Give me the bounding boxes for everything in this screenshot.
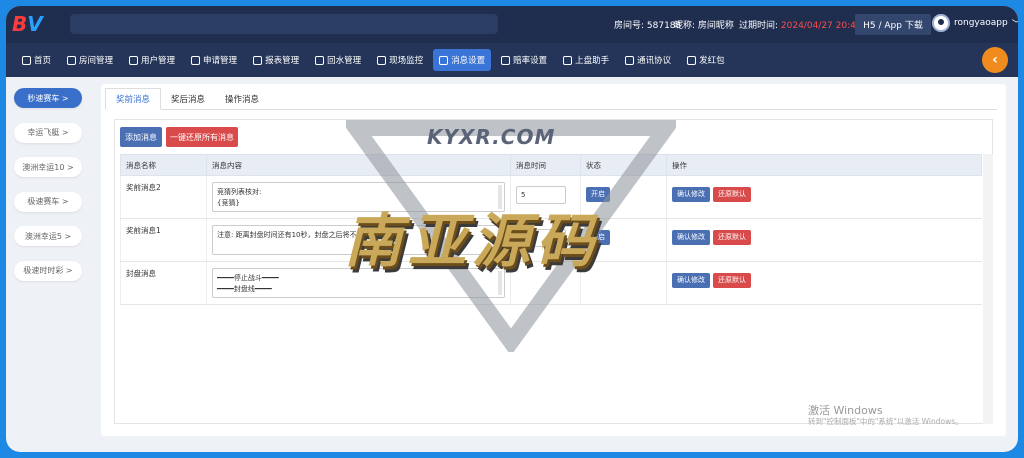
username: rongyaoapp: [954, 18, 1008, 28]
sidebar-item-miaosu-racing[interactable]: 秒速赛车 >: [14, 88, 82, 108]
nav-label: 报表管理: [265, 56, 300, 66]
sidebar: 秒速赛车 > 幸运飞艇 > 澳洲幸运10 > 极速赛车 > 澳洲幸运5 > 极速…: [14, 88, 94, 295]
red-packet-icon: [687, 55, 697, 65]
clock-icon: [563, 55, 573, 65]
nav-room-management[interactable]: 房间管理: [61, 49, 119, 71]
h5-download-button[interactable]: H5 / App 下载: [855, 14, 931, 35]
app-frame: BV 房间号: 587188 昵称: 房间昵称 过期时间: 2024/04/27…: [6, 6, 1018, 452]
nav-label: 现场监控: [389, 56, 424, 66]
nav-home[interactable]: 首页: [16, 49, 57, 71]
message-name: 奖前消息2: [120, 175, 207, 219]
nav-betting-assistant[interactable]: 上盘助手: [557, 49, 615, 71]
top-search-bar[interactable]: [70, 14, 498, 34]
tab-pre-draw[interactable]: 奖前消息: [105, 88, 162, 110]
col-actions: 操作: [666, 154, 982, 176]
add-message-button[interactable]: 添加消息: [120, 127, 162, 147]
nav-label: 上盘助手: [575, 56, 610, 66]
nav-rebate-management[interactable]: 回水管理: [309, 49, 367, 71]
tab-post-draw[interactable]: 奖后消息: [161, 88, 215, 110]
room-id: 房间号: 587188: [614, 21, 682, 31]
nav-label: 房间管理: [79, 56, 114, 66]
main-nav: 首页 房间管理 用户管理 申请管理 报表管理 回水管理 现场监控 消息设置 赔率…: [6, 43, 1018, 77]
nav-label: 用户管理: [141, 56, 176, 66]
monitor-icon: [377, 55, 387, 65]
message-name: 封盘消息: [120, 261, 207, 305]
actions-cell: 确认修改 还原默认: [666, 175, 982, 219]
nav-message-settings[interactable]: 消息设置: [433, 49, 492, 71]
nav-label: 申请管理: [203, 56, 238, 66]
nav-red-packet[interactable]: 发红包: [681, 49, 731, 71]
restore-button[interactable]: 还原默认: [713, 187, 751, 202]
nav-label: 消息设置: [451, 56, 486, 66]
sidebar-item-lucky-airship[interactable]: 幸运飞艇 >: [14, 122, 82, 143]
nav-report-management[interactable]: 报表管理: [247, 49, 305, 71]
settings-icon: [625, 55, 635, 65]
nav-label: 赔率设置: [513, 56, 548, 66]
nav-live-monitor[interactable]: 现场监控: [371, 49, 429, 71]
nav-odds-settings[interactable]: 赔率设置: [495, 49, 553, 71]
restore-button[interactable]: 还原默认: [713, 273, 751, 288]
logo-v: V: [27, 12, 43, 36]
user-menu[interactable]: rongyaoapp ﹀: [932, 14, 1018, 32]
message-tabs: 奖前消息 奖后消息 操作消息: [105, 88, 997, 110]
avatar: [932, 14, 950, 32]
home-icon: [22, 55, 31, 65]
watermark-text: 南亚源码: [344, 207, 601, 275]
form-icon: [191, 55, 201, 65]
message-name: 奖前消息1: [120, 218, 207, 262]
watermark-url: KYXR.COM: [427, 125, 556, 149]
table-scrollbar[interactable]: [983, 154, 993, 424]
tag-icon: [315, 55, 325, 65]
nav-label: 回水管理: [327, 56, 362, 66]
actions-cell: 确认修改 还原默认: [666, 261, 982, 305]
windows-activation-hint: 转到"控制面板"中的"系统"以激活 Windows。: [808, 417, 963, 426]
nav-label: 发红包: [699, 56, 725, 66]
user-icon: [129, 55, 139, 65]
collapse-button[interactable]: ‹: [982, 47, 1008, 73]
confirm-button[interactable]: 确认修改: [672, 187, 710, 202]
bell-icon: [439, 55, 449, 65]
sidebar-item-speed-racing[interactable]: 极速赛车 >: [14, 191, 82, 212]
logo: BV: [12, 12, 43, 36]
top-bar: BV 房间号: 587188 昵称: 房间昵称 过期时间: 2024/04/27…: [6, 6, 1018, 43]
nav-protocol[interactable]: 通讯协议: [619, 49, 677, 71]
sidebar-item-australia-lucky5[interactable]: 澳洲幸运5 >: [14, 226, 82, 246]
reset-all-button[interactable]: 一键还原所有消息: [166, 127, 238, 147]
actions-cell: 确认修改 还原默认: [666, 218, 982, 262]
chevron-down-icon: ﹀: [1012, 17, 1018, 30]
confirm-button[interactable]: 确认修改: [672, 273, 710, 288]
nav-application-management[interactable]: 申请管理: [185, 49, 243, 71]
nickname: 昵称: 房间昵称: [674, 21, 734, 31]
col-name: 消息名称: [120, 154, 207, 176]
sidebar-item-speed-ssc[interactable]: 极速时时彩 >: [14, 260, 82, 281]
nav-user-management[interactable]: 用户管理: [123, 49, 181, 71]
sidebar-item-australia-lucky10[interactable]: 澳洲幸运10 >: [14, 157, 82, 177]
restore-button[interactable]: 还原默认: [713, 230, 751, 245]
expire-label: 过期时间:: [739, 21, 781, 31]
grid-icon: [67, 55, 77, 65]
nav-label: 首页: [34, 56, 52, 66]
confirm-button[interactable]: 确认修改: [672, 230, 710, 245]
logo-b: B: [12, 12, 28, 36]
nav-label: 通讯协议: [637, 56, 672, 66]
hand-icon: [501, 55, 511, 65]
report-icon: [253, 55, 263, 65]
tab-operation[interactable]: 操作消息: [215, 88, 269, 110]
